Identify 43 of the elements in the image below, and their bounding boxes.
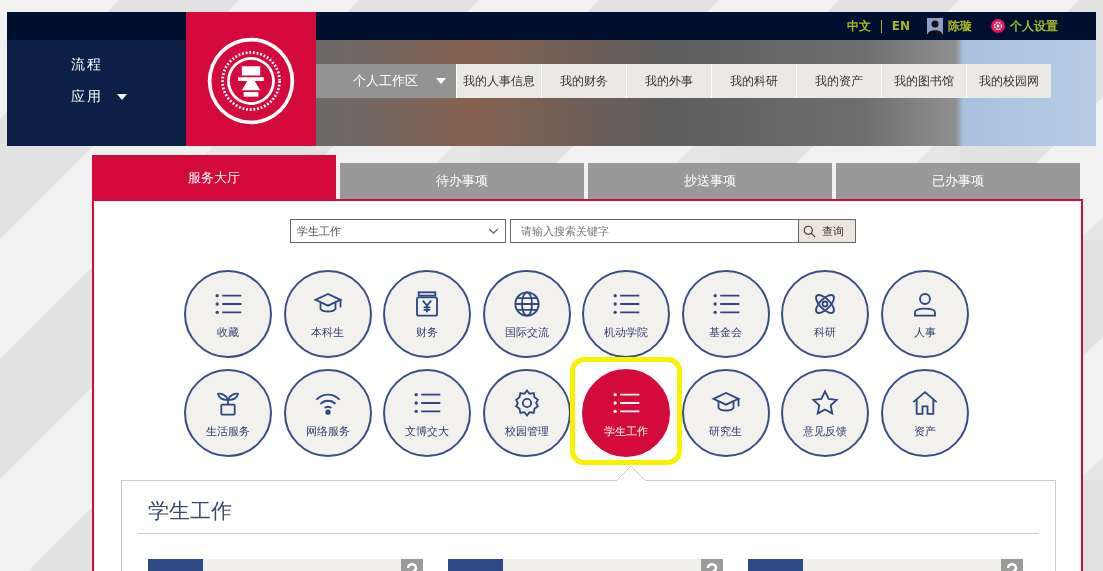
service-button[interactable]: 人事 [880, 270, 969, 358]
globe-icon [511, 288, 542, 319]
service-button[interactable]: 科研 [781, 270, 869, 358]
service-button[interactable]: 国际交流 [482, 270, 571, 358]
chevron-icon [487, 227, 499, 235]
service-button[interactable]: 意见反馈 [781, 369, 869, 457]
service-button[interactable]: 文博交大 [383, 369, 471, 457]
panel-title: 学生工作 [138, 481, 1039, 534]
language-link[interactable]: 中文 [846, 17, 871, 35]
nav-link[interactable]: 我的外事 [626, 64, 711, 98]
nav-link[interactable]: 我的科研 [711, 64, 796, 98]
service-button[interactable]: 网络服务 [283, 369, 372, 457]
nav-link[interactable]: 我的人事信息 [456, 64, 541, 98]
nav-link[interactable]: 我的财务 [541, 64, 626, 98]
nav-link[interactable]: 我的校园网 [966, 64, 1051, 98]
sidebar-item[interactable]: 应用 [71, 88, 186, 106]
settings-link[interactable]: 个人设置 [1010, 17, 1058, 35]
avatar-icon [927, 18, 943, 34]
sidebar-item[interactable]: 流程 [71, 56, 186, 74]
service-button[interactable]: 本科生 [283, 270, 372, 358]
language-link[interactable]: EN [891, 19, 910, 33]
caret-icon [117, 94, 127, 100]
seal-logo-icon [205, 35, 297, 127]
nav-link[interactable]: 我的图书馆 [881, 64, 966, 98]
service-button[interactable]: 财务 [383, 270, 471, 358]
service-button[interactable]: 学生工作 [582, 369, 670, 457]
service-button[interactable]: 生活服务 [184, 369, 272, 457]
service-button[interactable]: 校园管理 [482, 369, 571, 457]
service-button[interactable]: 机动学院 [582, 270, 670, 358]
search-field[interactable]: 请输入搜索关键字 [509, 219, 798, 243]
caret-icon [436, 78, 446, 84]
tab[interactable]: 服务大厅 [92, 155, 336, 199]
category-select[interactable]: 学生工作 [289, 219, 506, 243]
search-icon [802, 224, 816, 238]
service-button[interactable]: 收藏 [184, 270, 272, 358]
user-name[interactable]: 陈璇 [948, 17, 972, 35]
service-button[interactable]: 基金会 [681, 270, 770, 358]
service-button[interactable]: 研究生 [681, 369, 770, 457]
star-icon [810, 387, 840, 418]
service-button[interactable]: 资产 [880, 369, 969, 457]
settings-icon [991, 19, 1005, 33]
nav-link[interactable]: 我的资产 [796, 64, 881, 98]
search-button[interactable]: 查询 [797, 219, 856, 243]
